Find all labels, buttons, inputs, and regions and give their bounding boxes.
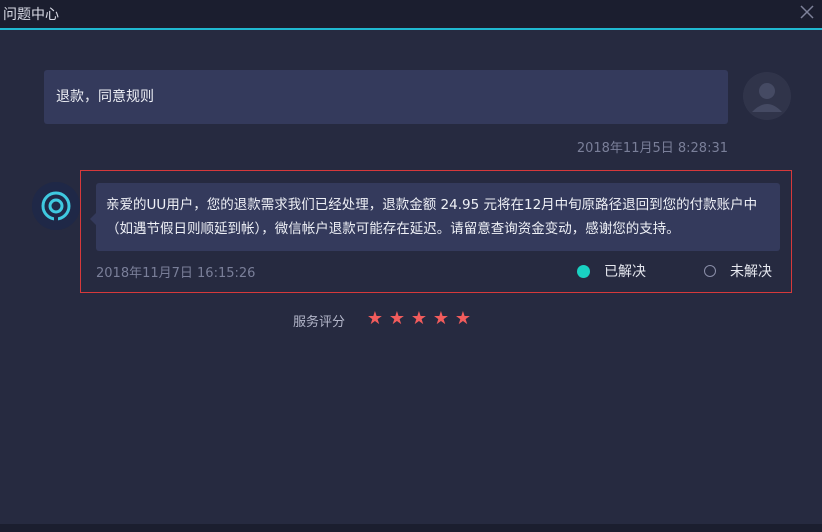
unresolved-radio[interactable]: 未解决	[704, 261, 772, 281]
agent-message-panel: 亲爱的UU用户，您的退款需求我们已经处理，退款金额 24.95 元将在12月中旬…	[80, 170, 792, 293]
star-icon[interactable]: ★	[454, 309, 472, 329]
radio-unselected-icon	[704, 265, 716, 277]
title-bar: 问题中心	[0, 0, 822, 30]
bottom-bar	[0, 524, 822, 532]
user-avatar-icon	[743, 72, 791, 120]
resolved-label: 已解决	[604, 264, 646, 280]
agent-message-time: 2018年11月7日 16:15:26	[96, 266, 256, 281]
star-icon[interactable]: ★	[366, 309, 384, 329]
window-title: 问题中心	[3, 7, 59, 23]
close-icon[interactable]	[798, 3, 816, 21]
radio-selected-icon	[577, 264, 590, 278]
rating-stars: ★ ★ ★ ★ ★	[366, 309, 472, 329]
user-message-time: 2018年11月5日 8:28:31	[576, 141, 728, 156]
unresolved-label: 未解决	[730, 264, 772, 280]
rating-label: 服务评分	[293, 315, 346, 330]
resolved-radio[interactable]: 已解决	[577, 261, 646, 281]
user-message-bubble: 退款，同意规则	[44, 70, 728, 124]
uu-logo-icon	[32, 182, 80, 230]
user-message-text: 退款，同意规则	[56, 89, 154, 105]
star-icon[interactable]: ★	[432, 309, 450, 329]
star-icon[interactable]: ★	[410, 309, 428, 329]
agent-message-bubble: 亲爱的UU用户，您的退款需求我们已经处理，退款金额 24.95 元将在12月中旬…	[90, 183, 780, 251]
agent-message-text: 亲爱的UU用户，您的退款需求我们已经处理，退款金额 24.95 元将在12月中旬…	[106, 197, 758, 237]
star-icon[interactable]: ★	[388, 309, 406, 329]
